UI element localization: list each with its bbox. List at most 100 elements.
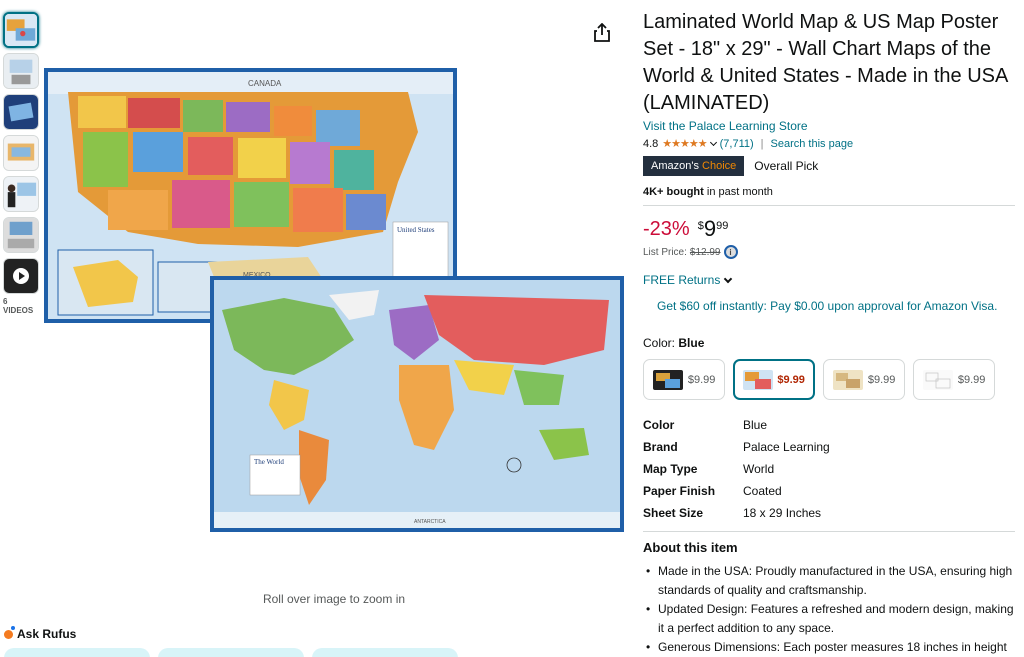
rating-row: 4.8 ★★★★★ (7,711) | Search this page <box>643 137 1015 151</box>
color-swatch-option-selected[interactable]: $9.99 <box>733 359 815 400</box>
thumbnail-strip: 6 VIDEOS <box>3 12 39 315</box>
star-rating-icon[interactable]: ★★★★★ <box>662 137 707 150</box>
antarctica-label: ANTARCTICA <box>414 519 446 525</box>
share-icon[interactable] <box>593 23 611 43</box>
divider <box>643 205 1015 206</box>
price-fraction: 99 <box>716 220 729 232</box>
about-bullet: Generous Dimensions: Each poster measure… <box>643 638 1015 657</box>
us-legend-title: United States <box>397 226 435 234</box>
thumbnail-3[interactable] <box>3 94 39 130</box>
chevron-down-icon[interactable] <box>709 138 717 146</box>
spec-value: Coated <box>743 484 782 498</box>
ask-rufus-button[interactable]: Ask Rufus <box>4 625 77 641</box>
spec-key: Brand <box>643 440 678 454</box>
amazons-choice-badge[interactable]: Amazon's Choice <box>643 156 745 176</box>
spec-value: Blue <box>743 418 768 432</box>
play-icon <box>13 268 29 284</box>
choice-badge-prefix: Amazon's <box>651 160 699 172</box>
spec-key: Color <box>643 418 675 432</box>
rufus-suggestion-pill[interactable] <box>4 648 150 657</box>
thumbnail-1[interactable] <box>3 12 39 48</box>
bought-period: in past month <box>706 186 773 198</box>
about-bullets: Made in the USA: Proudly manufactured in… <box>643 562 1015 657</box>
world-legend-title: The World <box>254 458 284 466</box>
color-label-prefix: Color: <box>643 336 676 350</box>
spec-value: 18 x 29 Inches <box>743 506 822 520</box>
list-price-value: $12.99 <box>689 246 721 258</box>
choice-row: Amazon's Choice Overall Pick <box>643 156 1015 176</box>
spec-row: Sheet Size 18 x 29 Inches <box>643 502 1015 524</box>
thumbnail-2[interactable] <box>3 53 39 89</box>
bought-count: 4K+ bought <box>643 186 704 198</box>
swatch-black-map-icon <box>652 369 683 390</box>
about-this-item-heading: About this item <box>643 540 738 555</box>
canada-label: CANADA <box>248 79 282 88</box>
discount-percent: -23% <box>643 218 690 240</box>
search-this-page-link[interactable]: Search this page <box>771 138 854 150</box>
color-selected-value: Blue <box>678 336 705 350</box>
swatch-price: $9.99 <box>957 373 986 386</box>
list-price-row: List Price: $12.99 i <box>643 245 1015 259</box>
overall-pick-label: Overall Pick <box>754 159 819 173</box>
spec-row: Color Blue <box>643 414 1015 436</box>
about-bullet: Updated Design: Features a refreshed and… <box>643 600 1015 638</box>
rufus-icon <box>4 625 15 639</box>
spec-value: World <box>743 462 775 476</box>
spec-key: Paper Finish <box>643 484 716 498</box>
thumbnail-laminated-icon <box>4 95 38 129</box>
spec-row: Map Type World <box>643 458 1015 480</box>
product-details-panel: Laminated World Map & US Map Poster Set … <box>643 9 1015 657</box>
visa-offer-link[interactable]: Get $60 off instantly: Pay $0.00 upon ap… <box>657 299 1015 313</box>
videos-count-label[interactable]: 6 VIDEOS <box>3 297 39 315</box>
thumbnail-person-icon <box>4 177 38 211</box>
free-returns-label: FREE Returns <box>643 273 721 287</box>
thumbnail-poster-icon <box>4 136 38 170</box>
product-title: Laminated World Map & US Map Poster Set … <box>643 11 1008 114</box>
swatch-white-map-icon <box>922 369 953 390</box>
thumbnail-video[interactable] <box>3 258 39 294</box>
divider <box>643 531 1015 532</box>
spec-row: Paper Finish Coated <box>643 480 1015 502</box>
bought-in-past-month: 4K+ bought in past month <box>643 186 1015 198</box>
swatch-price: $9.99 <box>687 373 716 386</box>
color-swatch-option[interactable]: $9.99 <box>823 359 905 400</box>
chevron-down-icon <box>724 274 733 283</box>
product-specs-table: Color Blue Brand Palace Learning Map Typ… <box>643 414 1015 524</box>
list-price-label: List Price: <box>643 246 687 258</box>
spec-key: Sheet Size <box>643 506 704 520</box>
choice-badge-accent: Choice <box>702 160 737 172</box>
rufus-suggestion-pill[interactable] <box>158 648 304 657</box>
rufus-suggestions <box>4 648 458 657</box>
info-icon[interactable]: i <box>723 245 738 259</box>
thumbnail-wall-icon <box>4 218 38 252</box>
color-swatches: $9.99 $9.99 $9.99 $9.99 <box>643 359 1015 400</box>
color-swatch-option[interactable]: $9.99 <box>643 359 725 400</box>
swatch-antique-map-icon <box>832 369 863 390</box>
swatch-price: $9.99 <box>867 373 896 386</box>
ask-rufus-label: Ask Rufus <box>17 627 77 641</box>
rating-count-link[interactable]: (7,711) <box>720 138 754 150</box>
current-price: $ 9 99 <box>698 218 729 240</box>
color-selection-label: Color: Blue <box>643 336 1015 350</box>
about-bullet: Made in the USA: Proudly manufactured in… <box>643 562 1015 600</box>
color-swatch-option[interactable]: $9.99 <box>913 359 995 400</box>
rating-value: 4.8 <box>643 137 659 150</box>
thumbnail-4[interactable] <box>3 135 39 171</box>
separator: | <box>760 137 764 150</box>
thumbnail-6[interactable] <box>3 217 39 253</box>
thumbnail-room-icon <box>4 54 38 88</box>
spec-value: Palace Learning <box>743 440 830 454</box>
spec-key: Map Type <box>643 462 698 476</box>
price-whole: 9 <box>703 216 717 241</box>
rufus-suggestion-pill[interactable] <box>312 648 458 657</box>
price-row: -23% $ 9 99 <box>643 218 1015 241</box>
spec-row: Brand Palace Learning <box>643 436 1015 458</box>
world-map-image: The World ANTARCTICA <box>210 276 624 532</box>
free-returns-link[interactable]: FREE Returns <box>643 273 1015 287</box>
thumbnail-5[interactable] <box>3 176 39 212</box>
thumbnail-map-icon <box>5 14 37 46</box>
swatch-price: $9.99 <box>777 373 805 386</box>
main-product-image[interactable]: CANADA MEXICO United States <box>44 68 624 532</box>
rollover-hint: Roll over image to zoom in <box>262 592 406 606</box>
store-link[interactable]: Visit the Palace Learning Store <box>643 119 1015 133</box>
